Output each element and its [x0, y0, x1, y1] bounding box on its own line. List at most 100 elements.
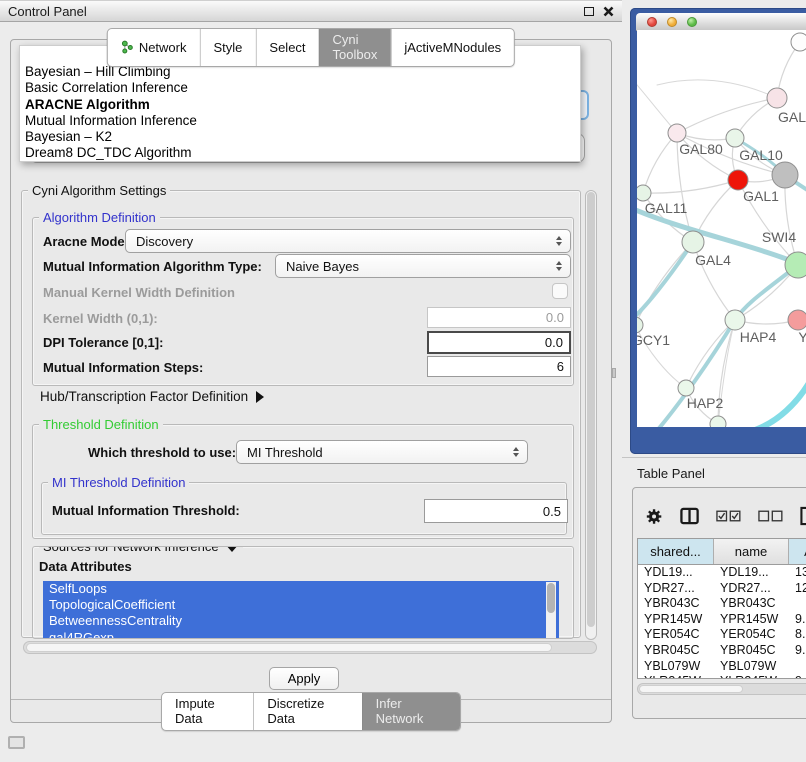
mi-threshold-field[interactable]: 0.5 — [424, 499, 568, 523]
columns-icon[interactable] — [680, 507, 699, 525]
mi-type-combo[interactable]: Naive Bayes — [275, 254, 571, 278]
close-panel-icon[interactable] — [603, 6, 614, 17]
settings-horizontal-scrollbar[interactable] — [23, 641, 597, 654]
network-node[interactable] — [791, 33, 806, 51]
tab-network[interactable]: Network — [108, 29, 200, 66]
node-label: GCY1 — [637, 332, 670, 348]
network-node[interactable] — [682, 231, 704, 253]
sources-group-title[interactable]: Sources for Network Inference — [39, 546, 243, 554]
table-row[interactable]: YBR043CYBR043C — [638, 596, 806, 612]
minimize-window-icon[interactable] — [667, 17, 677, 27]
attribute-item-selected[interactable]: gal4RGexp — [43, 630, 559, 639]
tab-jactivemnodules[interactable]: jActiveMNodules — [390, 29, 514, 66]
tab-cyni-toolbox[interactable]: Cyni Toolbox — [319, 29, 391, 66]
table-cell: YBR045C — [714, 643, 789, 659]
close-window-icon[interactable] — [647, 17, 657, 27]
algorithm-definition-group: Algorithm Definition Aracne Mode: Discov… — [32, 217, 574, 386]
zoom-window-icon[interactable] — [687, 17, 697, 27]
network-node[interactable] — [788, 310, 806, 330]
network-edge[interactable] — [637, 242, 693, 320]
dpi-tolerance-field[interactable]: 0.0 — [427, 331, 571, 354]
data-attributes-list[interactable]: SelfLoopsTopologicalCoefficientBetweenne… — [43, 581, 559, 639]
table-row[interactable]: YDL19...YDL19...13 — [638, 565, 806, 581]
network-edge[interactable] — [785, 175, 798, 265]
node-label: GAL11 — [645, 200, 688, 216]
table-cell: 12 — [789, 581, 806, 597]
tab-infer-network[interactable]: Infer Network — [362, 693, 460, 730]
attribute-item-selected[interactable]: TopologicalCoefficient — [43, 597, 559, 613]
algorithm-option[interactable]: Basic Correlation Inference — [20, 80, 580, 96]
table-horizontal-scrollbar[interactable] — [637, 683, 806, 695]
table-cell: YBL079W — [714, 659, 789, 675]
gear-icon[interactable] — [645, 507, 663, 526]
network-node[interactable] — [767, 88, 787, 108]
table-row[interactable]: YBR045CYBR045C9. — [638, 643, 806, 659]
tab-label: Discretize Data — [267, 696, 348, 726]
mi-steps-value: 6 — [557, 359, 564, 374]
table-row[interactable]: YLR345WYLR345W9. — [638, 674, 806, 679]
table-cell: YBR043C — [714, 596, 789, 612]
algorithm-option[interactable]: Mutual Information Inference — [20, 113, 580, 129]
mi-type-label: Mutual Information Algorithm Type: — [43, 259, 262, 274]
network-node[interactable] — [785, 252, 806, 278]
hub-definition-toggle[interactable]: Hub/Transcription Factor Definition — [40, 389, 264, 404]
kernel-width-field[interactable]: 0.0 — [427, 307, 571, 328]
deselect-all-checkboxes-icon[interactable] — [758, 510, 783, 522]
attribute-item-selected[interactable]: SelfLoops — [43, 581, 559, 597]
column-header[interactable]: shared... — [638, 539, 714, 564]
aracne-mode-value: Discovery — [136, 234, 193, 249]
control-panel-titlebar: Control Panel — [0, 0, 622, 22]
table-row[interactable]: YER054CYER054C8. — [638, 627, 806, 643]
settings-vertical-scrollbar[interactable] — [585, 190, 597, 640]
attributes-scrollbar[interactable] — [546, 582, 556, 639]
algorithm-option[interactable]: Dream8 DC_TDC Algorithm — [20, 145, 580, 161]
tab-style[interactable]: Style — [200, 29, 256, 66]
node-label: GAL4 — [695, 252, 731, 268]
manual-kernel-checkbox[interactable] — [552, 283, 568, 299]
algorithm-option[interactable]: ARACNE Algorithm — [20, 97, 580, 113]
attribute-item-selected[interactable]: BetweennessCentrality — [43, 613, 559, 629]
apply-button[interactable]: Apply — [269, 667, 339, 690]
network-node[interactable] — [772, 162, 798, 188]
table-row[interactable]: YBL079WYBL079W — [638, 659, 806, 675]
network-node[interactable] — [637, 185, 651, 201]
network-node[interactable] — [710, 416, 726, 427]
panel-splitter[interactable] — [612, 368, 616, 378]
dpi-tolerance-value: 0.0 — [545, 335, 563, 350]
network-edge[interactable] — [749, 376, 806, 427]
network-graph: GALGAL80GAL10GAL1GAL11SWI4GAL4HAP4YGCY1H… — [637, 30, 806, 427]
table-toolbar — [645, 504, 806, 528]
network-node[interactable] — [637, 317, 643, 333]
network-node[interactable] — [678, 380, 694, 396]
tab-select[interactable]: Select — [255, 29, 318, 66]
file-icon[interactable] — [800, 506, 806, 526]
select-all-checkboxes-icon[interactable] — [716, 510, 741, 522]
stepper-icon — [556, 236, 562, 246]
network-edge[interactable] — [637, 78, 677, 133]
tab-impute-data[interactable]: Impute Data — [162, 693, 253, 730]
table-row[interactable]: YDR27...YDR27...12 — [638, 581, 806, 597]
collapsed-panel-icon[interactable] — [8, 736, 25, 749]
float-panel-icon[interactable] — [584, 7, 594, 16]
column-header[interactable]: A — [789, 539, 806, 564]
network-canvas[interactable]: GALGAL80GAL10GAL1GAL11SWI4GAL4HAP4YGCY1H… — [637, 30, 806, 427]
algorithm-option[interactable]: Bayesian – K2 — [20, 129, 580, 145]
network-edge[interactable] — [643, 133, 677, 193]
network-window-titlebar[interactable] — [636, 13, 806, 31]
network-node[interactable] — [725, 310, 745, 330]
network-node[interactable] — [728, 170, 748, 190]
node-table[interactable]: shared...nameA YDL19...YDL19...13YDR27..… — [637, 538, 806, 679]
tab-discretize-data[interactable]: Discretize Data — [253, 693, 361, 730]
network-node[interactable] — [668, 124, 686, 142]
column-header[interactable]: name — [714, 539, 789, 564]
threshold-definition-title: Threshold Definition — [39, 417, 163, 432]
mi-steps-field[interactable]: 6 — [427, 356, 571, 377]
network-edge[interactable] — [643, 180, 738, 193]
which-threshold-combo[interactable]: MI Threshold — [236, 440, 528, 464]
network-edge[interactable] — [677, 98, 777, 133]
aracne-mode-combo[interactable]: Discovery — [125, 229, 571, 253]
node-label: Y — [798, 329, 806, 345]
network-edge[interactable] — [657, 80, 777, 98]
table-row[interactable]: YPR145WYPR145W9. — [638, 612, 806, 628]
network-node[interactable] — [726, 129, 744, 147]
